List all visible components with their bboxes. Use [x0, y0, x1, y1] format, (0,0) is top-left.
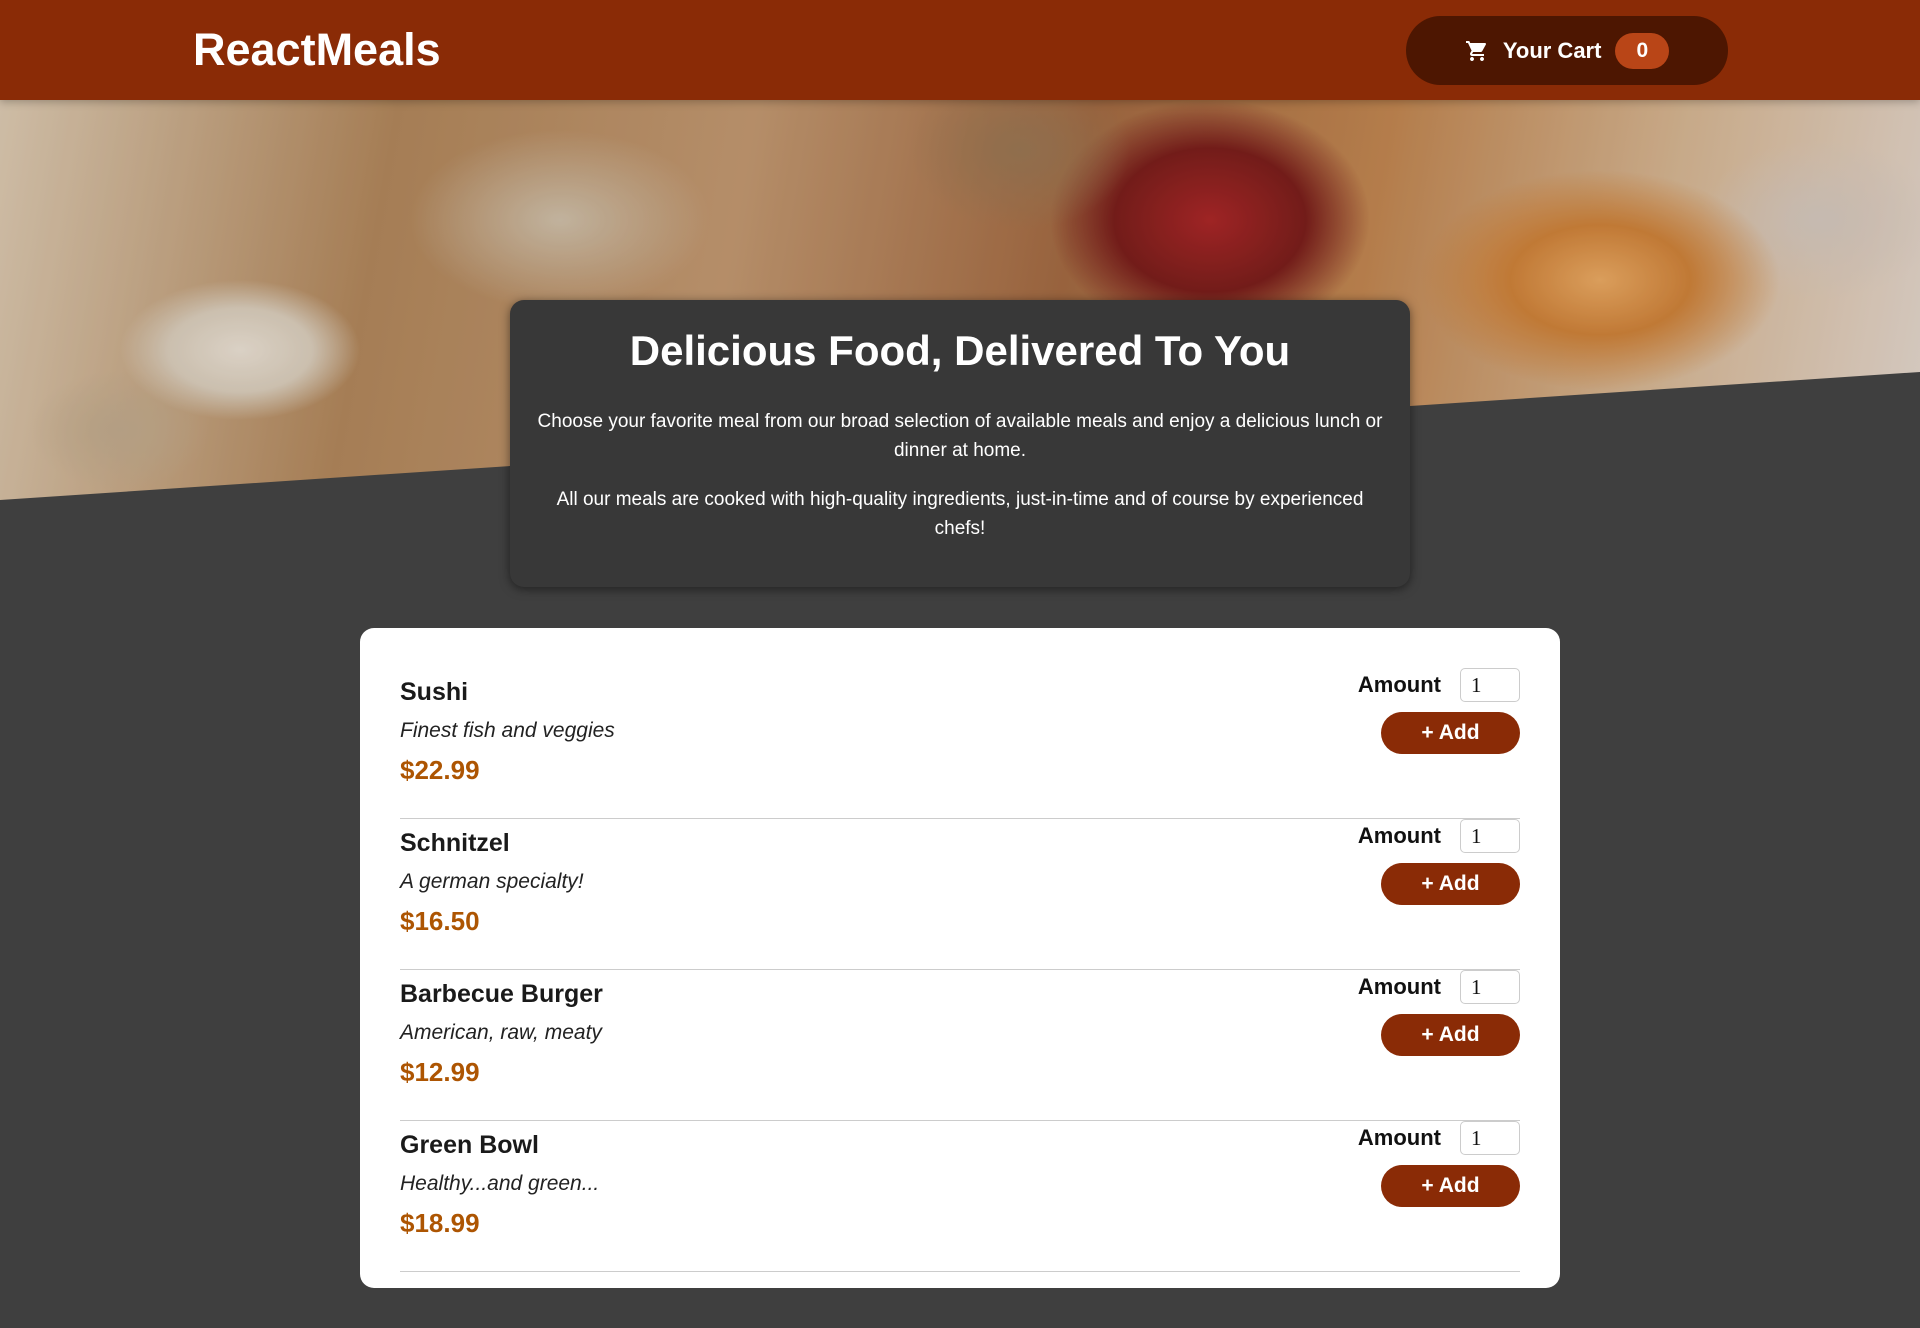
meal-price: $16.50 — [400, 906, 480, 936]
meals-list-card: Sushi Finest fish and veggies $22.99 Amo… — [360, 628, 1560, 1288]
meal-item: Schnitzel A german specialty! $16.50 Amo… — [400, 819, 1520, 970]
add-button[interactable]: + Add — [1381, 1014, 1520, 1056]
app-logo: ReactMeals — [193, 24, 441, 75]
summary-title: Delicious Food, Delivered To You — [629, 327, 1291, 374]
meal-price: $18.99 — [400, 1208, 480, 1238]
meal-item: Barbecue Burger American, raw, meaty $12… — [400, 970, 1520, 1121]
meal-item: Sushi Finest fish and veggies $22.99 Amo… — [400, 668, 1520, 819]
amount-label: Amount — [1357, 672, 1441, 697]
amount-input[interactable] — [1460, 1121, 1520, 1155]
amount-label: Amount — [1357, 823, 1441, 848]
cart-button[interactable]: Your Cart 0 — [1406, 16, 1728, 85]
add-button[interactable]: + Add — [1381, 863, 1520, 905]
meal-add-form: Amount + Add — [1357, 1121, 1520, 1211]
meal-description: Finest fish and veggies — [400, 719, 615, 742]
meal-description: American, raw, meaty — [400, 1021, 602, 1044]
amount-input[interactable] — [1460, 819, 1520, 853]
add-button[interactable]: + Add — [1381, 712, 1520, 754]
meal-add-form: Amount + Add — [1357, 668, 1520, 758]
cart-count-badge: 0 — [1615, 32, 1670, 69]
meal-description: Healthy...and green... — [400, 1172, 600, 1195]
shopping-cart-icon — [1465, 39, 1489, 63]
app-header: ReactMeals Your Cart 0 — [0, 0, 1920, 100]
meal-add-form: Amount + Add — [1357, 819, 1520, 909]
meal-name: Barbecue Burger — [400, 980, 603, 1008]
amount-input[interactable] — [1460, 970, 1520, 1004]
meal-item: Green Bowl Healthy...and green... $18.99… — [400, 1121, 1520, 1272]
meal-description: A german specialty! — [400, 870, 584, 893]
amount-label: Amount — [1357, 1125, 1441, 1150]
meal-price: $12.99 — [400, 1057, 480, 1087]
meal-add-form: Amount + Add — [1357, 970, 1520, 1060]
summary-paragraph-2: All our meals are cooked with high-quali… — [556, 489, 1364, 539]
meal-name: Sushi — [400, 678, 469, 706]
cart-label: Your Cart — [1502, 37, 1602, 63]
add-button[interactable]: + Add — [1381, 1165, 1520, 1207]
meal-name: Green Bowl — [400, 1131, 539, 1159]
summary-card: Delicious Food, Delivered To You Choose … — [510, 300, 1410, 587]
meal-price: $22.99 — [400, 755, 480, 785]
summary-paragraph-1: Choose your favorite meal from our broad… — [537, 411, 1383, 461]
amount-input[interactable] — [1460, 668, 1520, 702]
meal-name: Schnitzel — [400, 829, 510, 857]
amount-label: Amount — [1357, 974, 1441, 999]
